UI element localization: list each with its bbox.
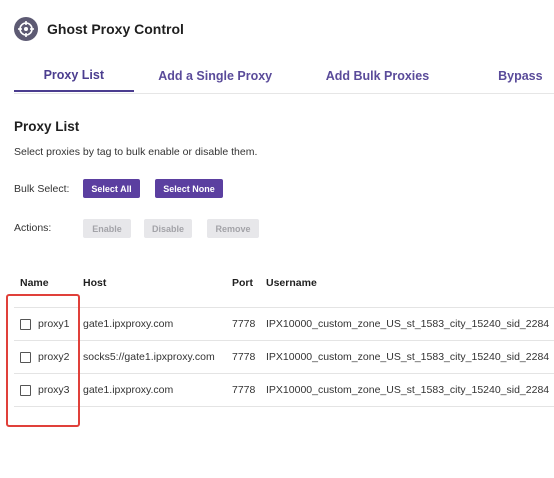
section-title: Proxy List <box>14 119 80 134</box>
crosshair-icon <box>14 17 38 41</box>
proxy-port: 7778 <box>232 318 256 330</box>
proxy-host: gate1.ipxproxy.com <box>83 384 174 396</box>
proxy-name-cell: proxy1 <box>20 318 70 330</box>
disable-button[interactable]: Disable <box>144 219 192 238</box>
table-row[interactable]: proxy2 socks5://gate1.ipxproxy.com 7778 … <box>14 340 554 373</box>
proxy-username: IPX10000_custom_zone_US_st_1583_city_152… <box>266 351 550 363</box>
tab-add-bulk-proxies[interactable]: Add Bulk Proxies <box>297 60 458 92</box>
remove-button[interactable]: Remove <box>207 219 259 238</box>
header-username[interactable]: Username <box>266 277 317 289</box>
proxy-name-cell: proxy3 <box>20 384 70 396</box>
app-window: Ghost Proxy Control Proxy List Add a Sin… <box>0 0 554 478</box>
enable-button[interactable]: Enable <box>83 219 131 238</box>
app-title: Ghost Proxy Control <box>47 21 184 37</box>
tab-bar: Proxy List Add a Single Proxy Add Bulk P… <box>14 60 554 94</box>
select-none-button[interactable]: Select None <box>155 179 223 198</box>
table-row[interactable]: proxy1 gate1.ipxproxy.com 7778 IPX10000_… <box>14 307 554 340</box>
row-checkbox[interactable] <box>20 384 31 396</box>
tab-bypass[interactable]: Bypass <box>458 60 554 92</box>
table-row[interactable]: proxy3 gate1.ipxproxy.com 7778 IPX10000_… <box>14 373 554 407</box>
header-name[interactable]: Name <box>20 277 49 289</box>
proxy-name: proxy3 <box>38 384 70 396</box>
proxy-host: gate1.ipxproxy.com <box>83 318 174 330</box>
proxy-name-cell: proxy2 <box>20 351 70 363</box>
proxy-host: socks5://gate1.ipxproxy.com <box>83 351 215 363</box>
proxy-name: proxy2 <box>38 351 70 363</box>
row-checkbox[interactable] <box>20 318 31 330</box>
proxy-port: 7778 <box>232 384 256 396</box>
proxy-username: IPX10000_custom_zone_US_st_1583_city_152… <box>266 384 550 396</box>
app-header: Ghost Proxy Control <box>14 16 184 42</box>
proxy-name: proxy1 <box>38 318 70 330</box>
tab-proxy-list[interactable]: Proxy List <box>14 60 134 92</box>
proxy-username: IPX10000_custom_zone_US_st_1583_city_152… <box>266 318 550 330</box>
proxy-port: 7778 <box>232 351 256 363</box>
actions-label: Actions: <box>14 222 52 234</box>
header-host[interactable]: Host <box>83 277 106 289</box>
table-header: Name Host Port Username <box>0 277 554 291</box>
section-description: Select proxies by tag to bulk enable or … <box>14 146 258 158</box>
tab-add-single-proxy[interactable]: Add a Single Proxy <box>134 60 297 92</box>
select-all-button[interactable]: Select All <box>83 179 140 198</box>
bulk-select-label: Bulk Select: <box>14 183 70 195</box>
header-port[interactable]: Port <box>232 277 253 289</box>
row-checkbox[interactable] <box>20 351 31 363</box>
